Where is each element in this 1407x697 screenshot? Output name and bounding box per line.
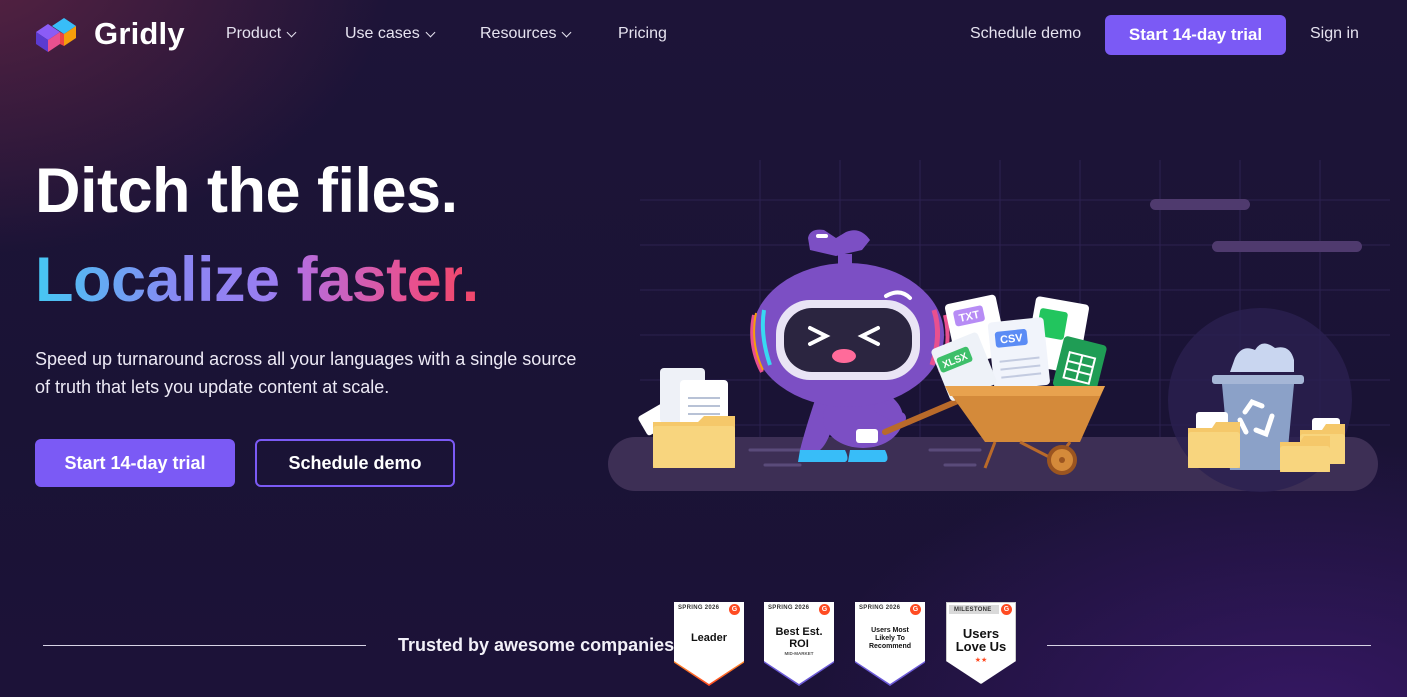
chevron-down-icon	[286, 27, 297, 37]
g2-badge-leader: SPRING 2026 G Leader	[674, 602, 744, 686]
hero-title-line1: Ditch the files.	[35, 156, 458, 226]
divider-right	[1047, 645, 1371, 646]
divider-left	[43, 645, 366, 646]
nav-item-product[interactable]: Product	[226, 25, 297, 43]
g2-badge-users-love-us: MILESTONE G Users Love Us ★★	[946, 602, 1016, 684]
nav-item-label: Product	[226, 25, 282, 42]
start-trial-button[interactable]: Start 14-day trial	[35, 439, 235, 487]
brand-name: Gridly	[94, 16, 185, 51]
g2-logo-icon: G	[910, 604, 921, 615]
g2-logo-icon: G	[819, 604, 830, 615]
hero-illustration: TXT CSV XLSX	[608, 160, 1390, 492]
hero-title-word-faster: faster	[296, 245, 463, 315]
decor-bar	[1212, 241, 1362, 252]
hero-title-dot: .	[461, 245, 480, 315]
badge-title: Users Most Likely To Recommend	[868, 627, 911, 650]
badge-season: SPRING 2026	[678, 605, 720, 611]
g2-badge-likely-recommend: SPRING 2026 G Users Most Likely To Recom…	[855, 602, 925, 686]
badge-title: Users Love Us	[955, 626, 1007, 654]
badge-title: Leader	[690, 632, 728, 644]
gridly-logo-icon	[36, 18, 76, 52]
nav-item-label: Use cases	[345, 25, 420, 42]
badge-season: MILESTONE	[954, 607, 992, 613]
chevron-down-icon	[425, 27, 436, 37]
chevron-down-icon	[562, 27, 572, 37]
trusted-by-label: Trusted by awesome companies	[398, 635, 675, 655]
nav-item-label: Resources	[480, 25, 557, 42]
hero-title-word-localize: Localize	[35, 245, 280, 315]
nav-start-trial-button[interactable]: Start 14-day trial	[1105, 15, 1286, 55]
csv-file-label: CSV	[1000, 332, 1024, 346]
star-icon: ★★	[974, 657, 988, 664]
brand-logo[interactable]: Gridly	[34, 14, 185, 54]
nav-item-label: Pricing	[618, 25, 667, 42]
schedule-demo-button[interactable]: Schedule demo	[255, 439, 455, 487]
robot-mascot	[750, 229, 950, 462]
g2-logo-icon: G	[1001, 604, 1012, 615]
decor-bar	[1150, 199, 1250, 210]
badge-segment: MID-MARKET	[784, 651, 814, 656]
hero-subtitle: Speed up turnaround across all your lang…	[35, 349, 577, 397]
badge-title: Best Est. ROI	[775, 626, 823, 650]
nav-item-resources[interactable]: Resources	[480, 25, 572, 43]
top-navigation: Gridly Product Use cases Resources Prici…	[0, 0, 1407, 70]
badge-season: SPRING 2026	[859, 605, 901, 611]
badge-season: SPRING 2026	[768, 605, 810, 611]
nav-item-use-cases[interactable]: Use cases	[345, 25, 436, 43]
nav-sign-in-link[interactable]: Sign in	[1310, 25, 1359, 43]
g2-logo-icon: G	[729, 604, 740, 615]
g2-badge-best-roi: SPRING 2026 G Best Est. ROI MID-MARKET	[764, 602, 834, 686]
hero-title-line2: Localize faster.	[35, 244, 479, 316]
nav-schedule-demo-link[interactable]: Schedule demo	[970, 25, 1081, 43]
files-pile: TXT CSV XLSX	[931, 294, 1107, 401]
nav-item-pricing[interactable]: Pricing	[618, 25, 667, 43]
